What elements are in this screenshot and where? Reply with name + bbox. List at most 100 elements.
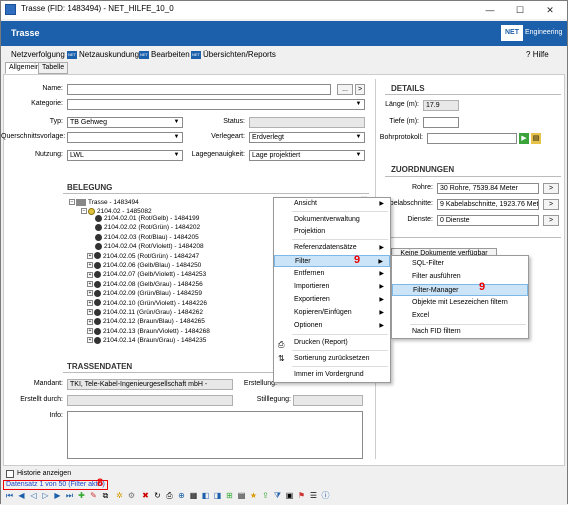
expand-icon[interactable]: + (87, 299, 93, 306)
menu-bearbeiten[interactable]: NET Bearbeiten (139, 50, 190, 59)
expand-icon[interactable]: + (87, 290, 93, 297)
menu-item-kopieren[interactable]: Kopieren/Einfügen ▶ (274, 307, 390, 319)
expand-icon[interactable]: + (87, 252, 93, 259)
tiefe-field[interactable] (423, 117, 459, 128)
tree-item[interactable]: +2104.02.09 (Grün/Blau) - 1484259 (87, 289, 202, 298)
layer-icon[interactable]: ▣ (285, 491, 294, 500)
filter-icon[interactable]: ⧩ (273, 491, 282, 500)
kabel-button[interactable]: > (543, 199, 559, 210)
expand-icon[interactable]: + (87, 318, 93, 325)
bohrprotokoll-field[interactable] (427, 133, 517, 144)
prev-page-icon[interactable]: ◀ (17, 491, 26, 500)
menu-item-filter-manager[interactable]: Filter-Manager (392, 284, 528, 296)
tree-item[interactable]: +2104.02.12 (Braun/Blau) - 1484265 (87, 317, 205, 326)
left-icon[interactable]: ◧ (201, 491, 210, 500)
copy-icon[interactable]: ⧉ (101, 491, 110, 500)
tree-item[interactable]: 2104.02.02 (Rot/Grün) - 1484202 (87, 223, 200, 232)
grid-icon[interactable]: ▦ (189, 491, 198, 500)
expand-icon[interactable]: + (87, 271, 93, 278)
menu-item-sql-filter[interactable]: SQL-Filter (392, 258, 528, 270)
menu-item-dokumentverwaltung[interactable]: Dokumentverwaltung (274, 214, 390, 226)
lagegenauigkeit-select[interactable]: Lage projektiert (249, 150, 365, 161)
tree-item[interactable]: +2104.02.13 (Braun/Violett) - 1484268 (87, 327, 210, 336)
prev-record-icon[interactable]: ◁ (29, 491, 38, 500)
tab-tabelle[interactable]: Tabelle (38, 62, 69, 74)
table-icon[interactable]: ▤ (237, 491, 246, 500)
edit-icon[interactable]: ✎ (89, 491, 98, 500)
expand-icon[interactable]: + (87, 262, 93, 269)
tree-item[interactable]: +2104.02.10 (Grün/Violett) - 1484226 (87, 299, 207, 308)
info-icon[interactable]: ⓘ (321, 491, 330, 500)
nutzung-select[interactable]: LWL (67, 150, 183, 161)
menu-item-lesezeichen[interactable]: Objekte mit Lesezeichen filtern (392, 297, 528, 309)
menu-item-sortierung[interactable]: ⇅ Sortierung zurücksetzen (274, 353, 390, 365)
typ-select[interactable]: TB Gehweg (67, 117, 183, 128)
expand-icon[interactable]: + (87, 309, 93, 316)
menu-netzauskundung[interactable]: NET Netzauskundung (67, 50, 139, 59)
refresh-icon[interactable]: ↻ (153, 491, 162, 500)
bookmark-icon[interactable]: ★ (249, 491, 258, 500)
folder-icon[interactable]: ▤ (531, 133, 541, 144)
menu-item-optionen[interactable]: Optionen ▶ (274, 320, 390, 332)
verlegeart-label: Verlegeart: (211, 133, 245, 140)
tree-item[interactable]: 2104.02.03 (Rot/Blau) - 1484205 (87, 233, 199, 242)
filter-submenu: SQL-Filter Filter ausführen Filter-Manag… (391, 255, 529, 339)
flag-icon[interactable]: ⚑ (297, 491, 306, 500)
export-icon[interactable]: ⇪ (261, 491, 270, 500)
next-record-icon[interactable]: ▷ (41, 491, 50, 500)
last-record-icon[interactable]: ⏭ (65, 491, 74, 500)
menu-item-referenzdatensaetze[interactable]: Referenzdatensätze ▶ (274, 242, 390, 254)
menu-netzverfolgung[interactable]: Netzverfolgung (11, 50, 65, 59)
expand-icon[interactable]: + (87, 337, 93, 344)
tree-item[interactable]: +2104.02.08 (Gelb/Grau) - 1484256 (87, 280, 203, 289)
kategorie-select[interactable] (67, 99, 365, 110)
historie-checkbox[interactable] (6, 470, 14, 478)
menu-item-vordergrund[interactable]: Immer im Vordergrund (274, 369, 390, 381)
settings-icon[interactable]: ✲ (115, 491, 124, 500)
dienste-button[interactable]: > (543, 215, 559, 226)
menu-item-importieren[interactable]: Importieren ▶ (274, 281, 390, 293)
tree-item[interactable]: +2104.02.07 (Gelb/Violett) - 1484253 (87, 270, 206, 279)
querschnitt-select[interactable] (67, 132, 183, 143)
find-icon[interactable]: ⚙ (127, 491, 136, 500)
tree-item[interactable]: 2104.02.04 (Rot/Violett) - 1484208 (87, 242, 204, 251)
name-field[interactable] (67, 84, 331, 95)
first-record-icon[interactable]: ⏮ (5, 491, 14, 500)
menu-item-filter-ausfuehren[interactable]: Filter ausführen (392, 271, 528, 283)
menu-item-exportieren[interactable]: Exportieren ▶ (274, 294, 390, 306)
menu-item-fid-filtern[interactable]: Nach FID filtern (392, 326, 528, 338)
menu-uebersichten[interactable]: NET Übersichten/Reports (191, 50, 276, 59)
menu-item-projektion[interactable]: Projektion (274, 226, 390, 238)
menu-item-excel[interactable]: Excel (392, 310, 528, 322)
maximize-button[interactable]: ☐ (509, 3, 531, 17)
menu-item-filter[interactable]: Filter ▶ (274, 255, 390, 267)
menu-item-drucken[interactable]: ⎙ Drucken (Report) (274, 337, 390, 349)
right-icon[interactable]: ◨ (213, 491, 222, 500)
expand-icon[interactable]: + (87, 281, 93, 288)
rohre-button[interactable]: > (543, 183, 559, 194)
menu-item-entfernen[interactable]: Entfernen ▶ (274, 268, 390, 280)
verlegeart-select[interactable]: Erdverlegt (249, 132, 365, 143)
tree-item[interactable]: +2104.02.11 (Grün/Grau) - 1484262 (87, 308, 203, 317)
tree-item[interactable]: +2104.02.14 (Braun/Grau) - 1484235 (87, 336, 206, 345)
map-icon[interactable]: ⊞ (225, 491, 234, 500)
zoom-icon[interactable]: ⊕ (177, 491, 186, 500)
play-icon[interactable]: ▶ (519, 133, 529, 144)
close-button[interactable]: ✕ (539, 3, 561, 17)
print-icon[interactable]: ⎙ (165, 491, 174, 500)
menu-item-ansicht[interactable]: Ansicht ▶ (274, 198, 390, 210)
next-page-icon[interactable]: ▶ (53, 491, 62, 500)
minimize-button[interactable]: — (479, 3, 501, 17)
add-icon[interactable]: ✚ (77, 491, 86, 500)
menu-hilfe[interactable]: ? Hilfe (526, 50, 549, 59)
delete-icon[interactable]: ✖ (141, 491, 150, 500)
expand-icon[interactable]: + (87, 328, 93, 335)
tree-item[interactable]: +2104.02.05 (Rot/Grün) - 1484247 (87, 252, 199, 261)
more-button[interactable]: ... (337, 84, 353, 95)
tree-root[interactable]: − Trasse - 1483494 (69, 198, 139, 207)
tree-item[interactable]: +2104.02.06 (Gelb/Blau) - 1484250 (87, 261, 201, 270)
next-button[interactable]: > (355, 84, 365, 95)
tree-item[interactable]: 2104.02.01 (Rot/Gelb) - 1484199 (87, 214, 199, 223)
list-icon[interactable]: ☰ (309, 491, 318, 500)
info-field[interactable] (67, 411, 363, 459)
